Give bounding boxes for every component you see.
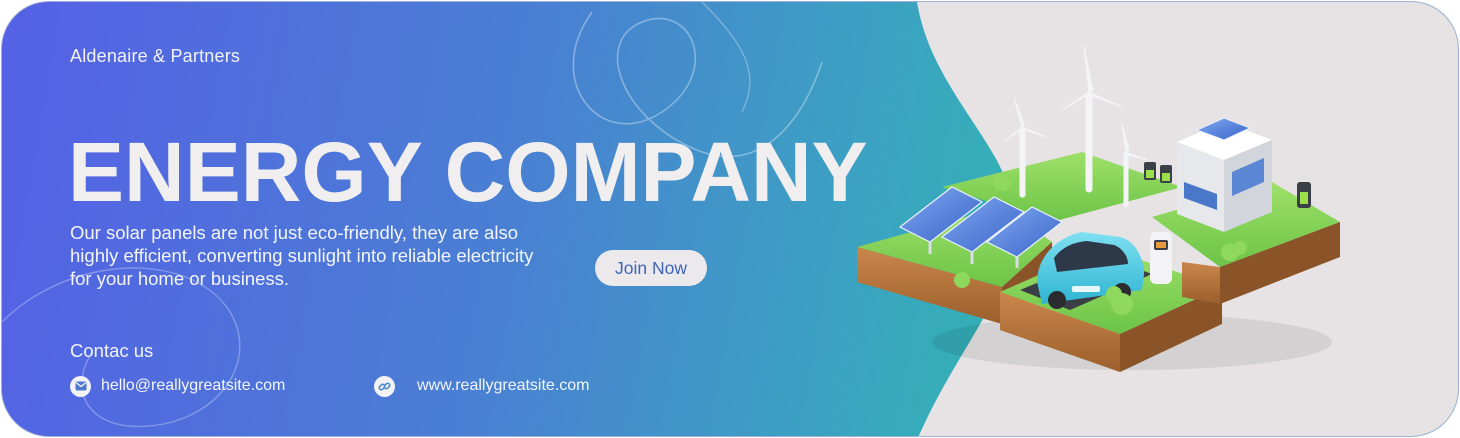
join-now-button[interactable]: Join Now xyxy=(595,250,707,286)
contact-website[interactable]: www.reallygreatsite.com xyxy=(374,374,590,398)
website-text: www.reallygreatsite.com xyxy=(417,377,590,394)
contact-heading: Contac us xyxy=(70,340,154,361)
contact-email[interactable]: hello@reallygreatsite.com xyxy=(70,374,285,398)
email-text: hello@reallygreatsite.com xyxy=(101,377,286,394)
eco-city-illustration xyxy=(857,46,1340,372)
hero-description: Our solar panels are not just eco-friend… xyxy=(70,222,534,289)
link-icon xyxy=(374,375,395,397)
mail-icon xyxy=(70,375,91,397)
page-title: ENERGY COMPANY xyxy=(68,125,868,219)
brand-name: Aldenaire & Partners xyxy=(70,46,241,66)
banner: Aldenaire & Partners ENERGY COMPANY Our … xyxy=(1,1,1459,437)
